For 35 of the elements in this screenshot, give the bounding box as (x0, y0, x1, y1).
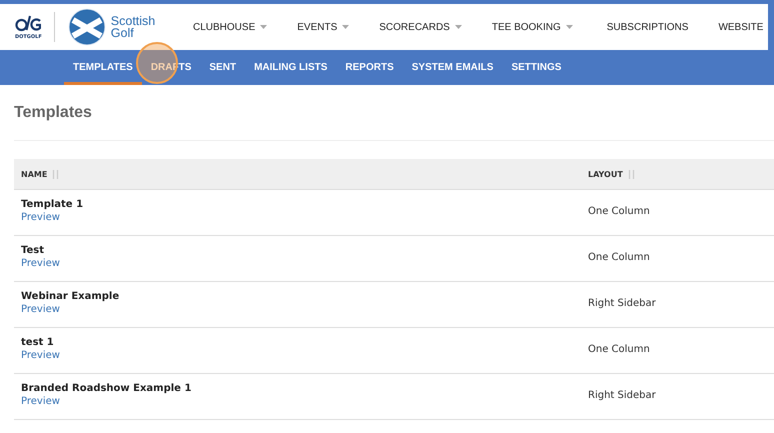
preview-link[interactable]: Preview (21, 258, 60, 269)
table-cell: Right Sidebar (588, 390, 656, 401)
preview-link[interactable]: Preview (21, 396, 60, 407)
table-cell: One Column (588, 252, 650, 263)
template-name: Test (21, 245, 44, 256)
nav-menu-item[interactable]: CLUBHOUSE (193, 22, 268, 32)
nav-menu-item[interactable]: SUBSCRIPTIONS (606, 22, 688, 32)
template-name: test 1 (21, 337, 54, 348)
logo-text: Scottish (110, 15, 156, 27)
sort-icon[interactable] (628, 170, 635, 178)
table-cell: One Column (588, 206, 650, 217)
template-name: Webinar Example (21, 291, 120, 302)
table-cell: Right Sidebar (588, 298, 656, 309)
nav-menu-item[interactable]: WEBSITE (718, 22, 764, 32)
nav-tab[interactable]: SYSTEM EMAILS (402, 50, 502, 85)
nav-menu-item[interactable]: SCORECARDS (379, 22, 462, 32)
dotgolf-logo-icon (15, 14, 42, 32)
page-title: Templates (13, 103, 93, 123)
nav-tab[interactable]: SENT (200, 50, 246, 85)
nav-tab[interactable]: SETTINGS (502, 50, 570, 85)
preview-link[interactable]: Preview (21, 212, 60, 223)
template-name: Branded Roadshow Example 1 (21, 383, 192, 394)
nav-menu-item[interactable]: TEE BOOKING (492, 22, 573, 32)
column-header[interactable]: LAYOUT (588, 170, 623, 178)
template-name: Template 1 (21, 199, 84, 210)
nav-menu-item[interactable]: EVENTS (297, 22, 350, 32)
logo-text: Golf (110, 27, 135, 39)
preview-link[interactable]: Preview (21, 350, 60, 361)
preview-link[interactable]: Preview (21, 304, 60, 315)
nav-tab[interactable]: MAILING LISTS (245, 50, 336, 85)
table-cell: One Column (588, 344, 650, 355)
sort-icon[interactable] (52, 170, 60, 178)
nav-tab[interactable]: REPORTS (336, 50, 403, 85)
column-header[interactable]: NAME (21, 170, 48, 178)
nav-tab[interactable]: TEMPLATES (64, 50, 142, 85)
